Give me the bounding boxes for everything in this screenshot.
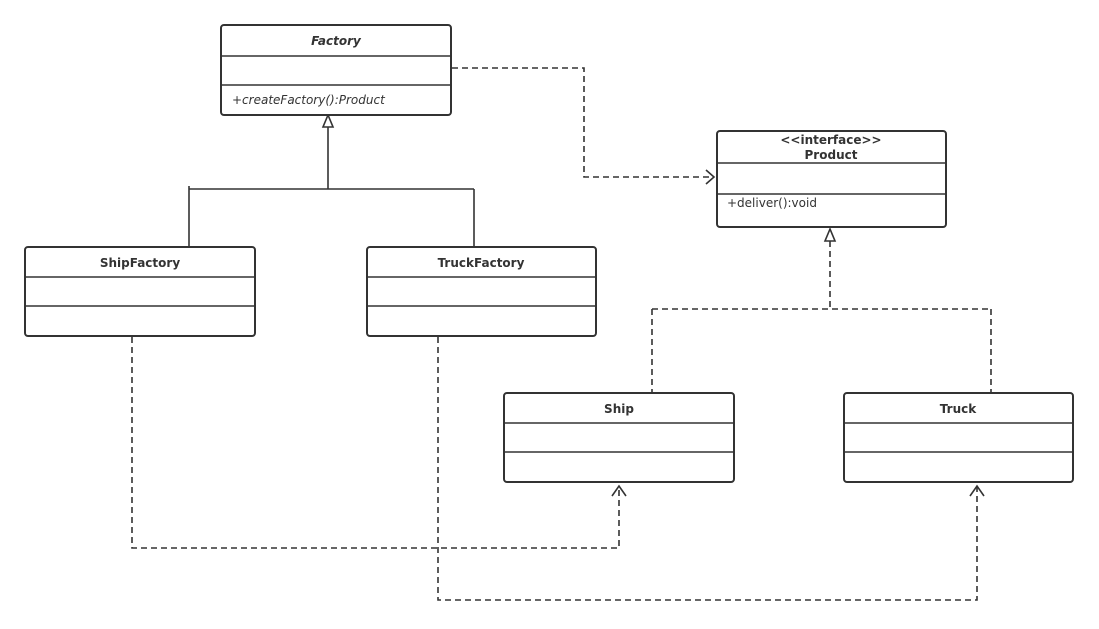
class-name: Truck	[940, 402, 977, 416]
inheritance-arrowhead-icon	[321, 112, 335, 128]
class-method: +deliver():void	[727, 196, 817, 210]
class-name: Product	[805, 148, 858, 162]
class-method: +createFactory():Product	[232, 93, 386, 107]
dependency-factory-product	[452, 67, 716, 185]
class-ship-factory[interactable]: ShipFactory	[24, 246, 256, 337]
class-truck-factory[interactable]: TruckFactory	[366, 246, 597, 337]
class-factory[interactable]: Factory +createFactory():Product	[220, 24, 452, 116]
class-product[interactable]: <<interface>> Product +deliver():void	[716, 130, 947, 228]
class-name: TruckFactory	[438, 256, 525, 270]
class-stereotype: <<interface>>	[780, 133, 881, 147]
class-name: ShipFactory	[100, 256, 180, 270]
class-name: Ship	[604, 402, 634, 416]
realization-connector	[651, 226, 992, 393]
class-ship[interactable]: Ship	[503, 392, 735, 483]
class-name: Factory	[311, 34, 362, 48]
uml-class-diagram: Factory +createFactory():Product <<inter…	[24, 24, 1074, 601]
realization-arrowhead-icon	[823, 226, 837, 242]
class-truck[interactable]: Truck	[843, 392, 1074, 483]
inheritance-connector	[188, 112, 475, 247]
